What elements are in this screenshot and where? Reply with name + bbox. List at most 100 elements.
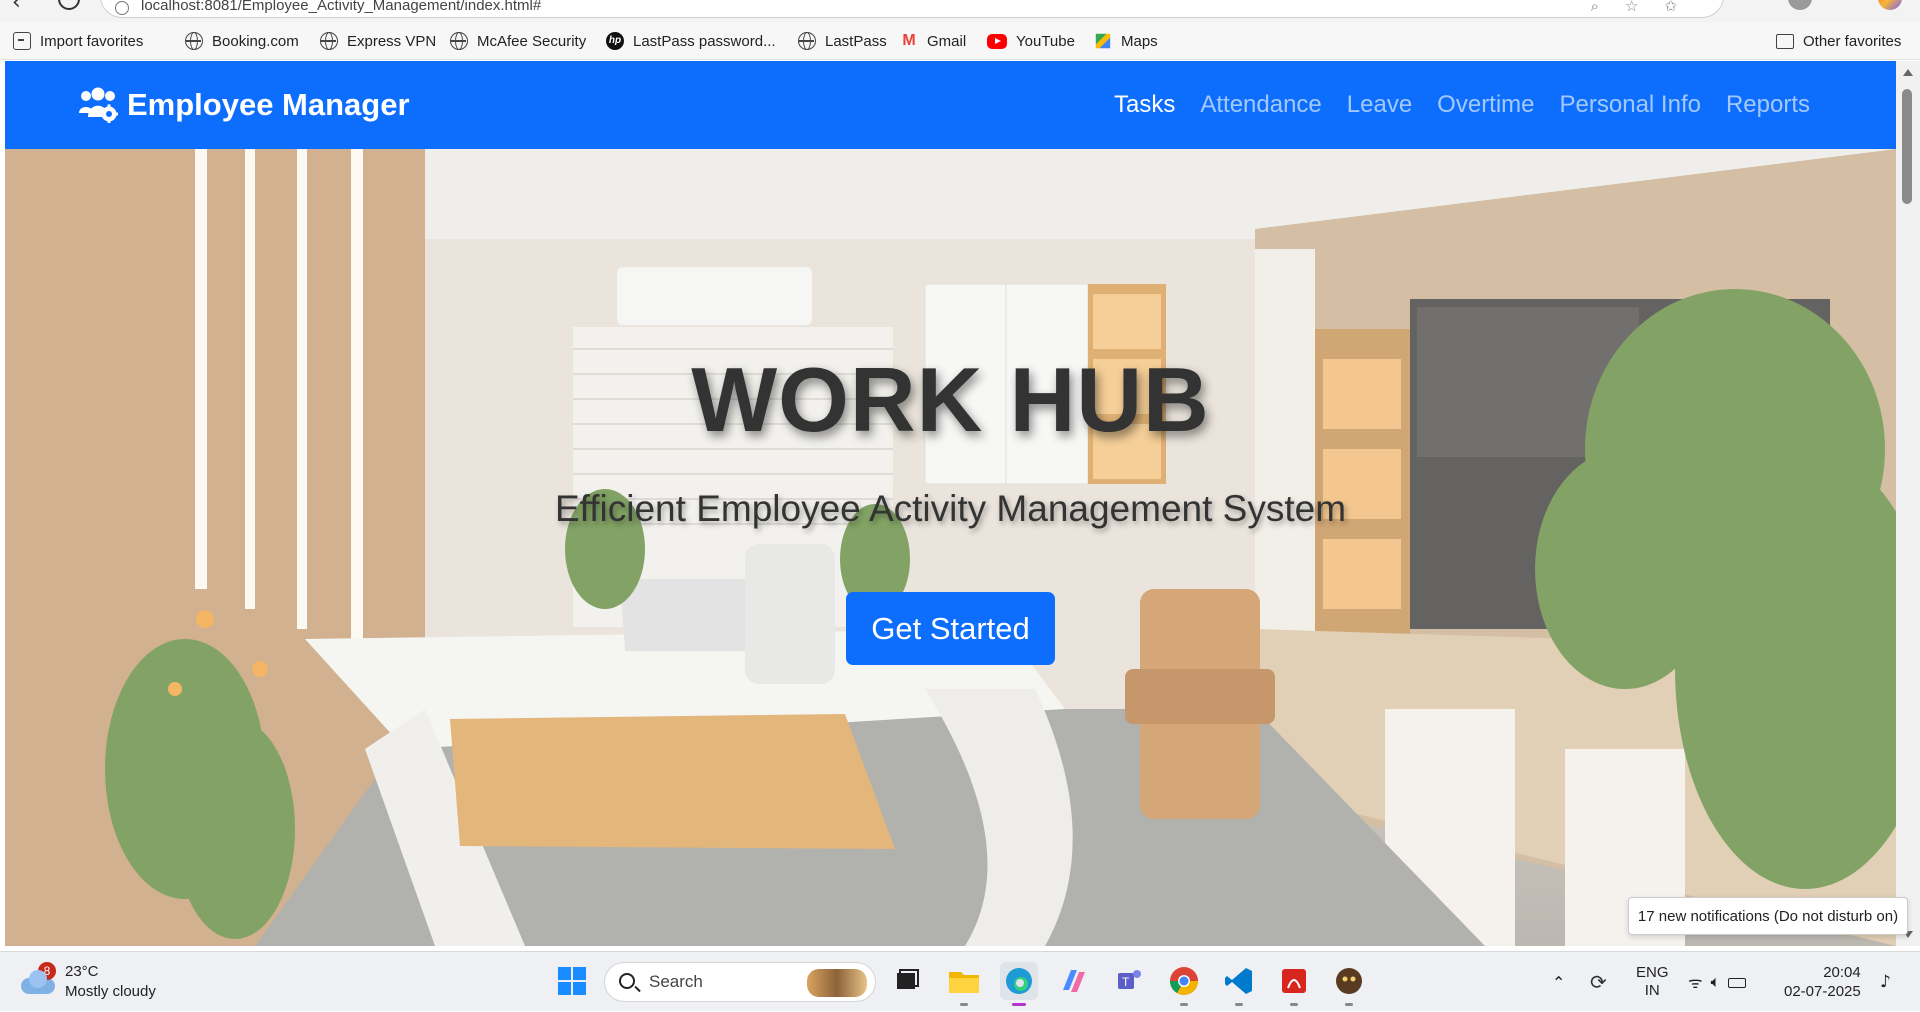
page-viewport: Employee Manager Tasks Attendance Leave … (5, 61, 1896, 946)
sync-tray[interactable]: ⟳ (1590, 952, 1607, 1012)
hero-subtitle: Efficient Employee Activity Management S… (554, 488, 1347, 529)
nav-personal-info[interactable]: Personal Info (1560, 91, 1701, 119)
nav-leave[interactable]: Leave (1347, 91, 1412, 119)
import-icon (13, 32, 31, 50)
cloudy-weather-icon: 8 (21, 962, 56, 994)
sync-icon: ⟳ (1590, 970, 1607, 994)
reload-icon[interactable] (58, 0, 80, 10)
youtube-icon (987, 33, 1007, 49)
running-indicator (1345, 1003, 1353, 1006)
globe-icon (320, 32, 338, 50)
folder-icon (1776, 33, 1794, 49)
bookmark-youtube[interactable]: YouTube (987, 30, 1075, 52)
bookmark-other-favorites[interactable]: Other favorites (1776, 30, 1901, 52)
vscode-icon (1225, 968, 1252, 994)
start-button[interactable] (553, 962, 591, 1000)
clock-time: 20:04 (1823, 964, 1861, 981)
users-gear-icon (78, 87, 118, 124)
language-code: ENG (1636, 964, 1669, 981)
copilot-button[interactable] (1055, 962, 1093, 1000)
bookmark-gmail[interactable]: M Gmail (900, 30, 966, 52)
scroll-up-arrow-icon[interactable] (1903, 69, 1913, 76)
show-hidden-icons[interactable]: ⌃ (1552, 952, 1565, 1012)
taskbar-search[interactable]: Search (604, 962, 876, 1002)
bell-icon: ♪ (1880, 972, 1891, 992)
task-view-button[interactable] (887, 962, 925, 1000)
bookmark-booking[interactable]: Booking.com (185, 30, 299, 52)
region-code: IN (1644, 982, 1660, 999)
task-view-icon (897, 969, 919, 989)
more-options-icon[interactable]: ··· (1832, 0, 1848, 6)
chrome-button[interactable] (1165, 962, 1203, 1006)
copilot-icon[interactable] (1878, 0, 1902, 10)
back-arrow-icon[interactable]: ‹ (12, 0, 21, 15)
brand[interactable]: Employee Manager (78, 85, 410, 125)
active-indicator (1012, 1003, 1026, 1006)
running-indicator (1180, 1003, 1188, 1006)
bookmark-lastpass[interactable]: LastPass (798, 30, 887, 52)
nav-reports[interactable]: Reports (1726, 91, 1810, 119)
language-indicator[interactable]: ENG IN (1636, 952, 1669, 1012)
profile-avatar-icon[interactable] (1788, 0, 1812, 10)
clock-date: 02-07-2025 (1784, 983, 1861, 1000)
brand-name: Employee Manager (127, 87, 410, 122)
notification-toast[interactable]: 17 new notifications (Do not disturb on) (1628, 897, 1908, 935)
battery-icon (1728, 978, 1747, 988)
vscode-button[interactable] (1220, 962, 1258, 1006)
teams-button[interactable]: T (1110, 962, 1148, 1000)
file-explorer-button[interactable] (945, 962, 983, 1006)
windows-taskbar: 8 23°C Mostly cloudy Search T ⌃ ⟳ ENG IN… (0, 951, 1920, 1011)
bookmark-import-favorites[interactable]: Import favorites (13, 30, 143, 52)
search-highlight-image (807, 969, 867, 997)
bookmarks-bar: Import favorites Booking.com Express VPN… (0, 22, 1920, 60)
address-bar-actions-icon[interactable]: ⌕☆✩ (1591, 0, 1703, 15)
browser-address-bar: ‹ localhost:8081/Employee_Activity_Manag… (0, 0, 1920, 22)
notification-center[interactable]: ♪ (1880, 952, 1891, 1012)
running-indicator (1235, 1003, 1243, 1006)
main-menu: Tasks Attendance Leave Overtime Personal… (1089, 85, 1810, 125)
running-indicator (960, 1003, 968, 1006)
acrobat-button[interactable] (1275, 962, 1313, 1006)
weather-widget[interactable]: 8 23°C Mostly cloudy (21, 961, 156, 1003)
get-started-button[interactable]: Get Started (846, 592, 1055, 665)
bookmark-label: McAfee Security (477, 32, 587, 50)
bookmark-label: Booking.com (212, 32, 299, 50)
system-tray-status[interactable]: ᯤ 🔈︎ (1688, 952, 1747, 1012)
nav-attendance[interactable]: Attendance (1200, 91, 1321, 119)
running-indicator (1290, 1003, 1298, 1006)
bookmark-label: LastPass (825, 32, 887, 50)
bookmark-express-vpn[interactable]: Express VPN (320, 30, 436, 52)
globe-icon (798, 32, 816, 50)
bookmark-mcafee[interactable]: McAfee Security (450, 30, 586, 52)
volume-icon: 🔈︎ (1710, 972, 1729, 991)
folder-icon (949, 972, 979, 993)
svg-text:T: T (1122, 975, 1130, 989)
bookmark-label: Other favorites (1803, 32, 1902, 50)
hero-overlay (5, 149, 1896, 946)
search-placeholder: Search (649, 972, 703, 991)
maps-icon (1095, 33, 1111, 49)
site-info-icon[interactable] (115, 1, 129, 15)
url-field[interactable]: localhost:8081/Employee_Activity_Managem… (100, 0, 1724, 18)
bookmark-lastpass-password[interactable]: hp LastPass password... (606, 30, 776, 52)
top-navbar: Employee Manager Tasks Attendance Leave … (5, 61, 1896, 149)
bookmark-label: Maps (1121, 32, 1158, 50)
bookmark-maps[interactable]: Maps (1094, 30, 1158, 52)
clock[interactable]: 20:04 02-07-2025 (1784, 963, 1861, 1001)
scrollbar-thumb[interactable] (1902, 89, 1912, 204)
copilot-app-icon (1063, 970, 1085, 992)
nav-tasks[interactable]: Tasks (1114, 91, 1175, 119)
bookmark-label: Import favorites (40, 32, 144, 50)
edge-button[interactable] (1000, 962, 1038, 1006)
hero-title: WORK HUB (691, 350, 1210, 451)
url-text: localhost:8081/Employee_Activity_Managem… (141, 0, 542, 14)
page-scrollbar[interactable] (1896, 61, 1920, 946)
wifi-icon: ᯤ (1688, 973, 1711, 992)
hp-icon: hp (606, 32, 624, 50)
windows-logo-icon (558, 967, 586, 995)
weather-temp: 23°C (65, 963, 99, 980)
game-app-button[interactable] (1330, 962, 1368, 1006)
chrome-icon (1170, 967, 1198, 995)
nav-overtime[interactable]: Overtime (1437, 91, 1534, 119)
search-icon (619, 973, 635, 989)
